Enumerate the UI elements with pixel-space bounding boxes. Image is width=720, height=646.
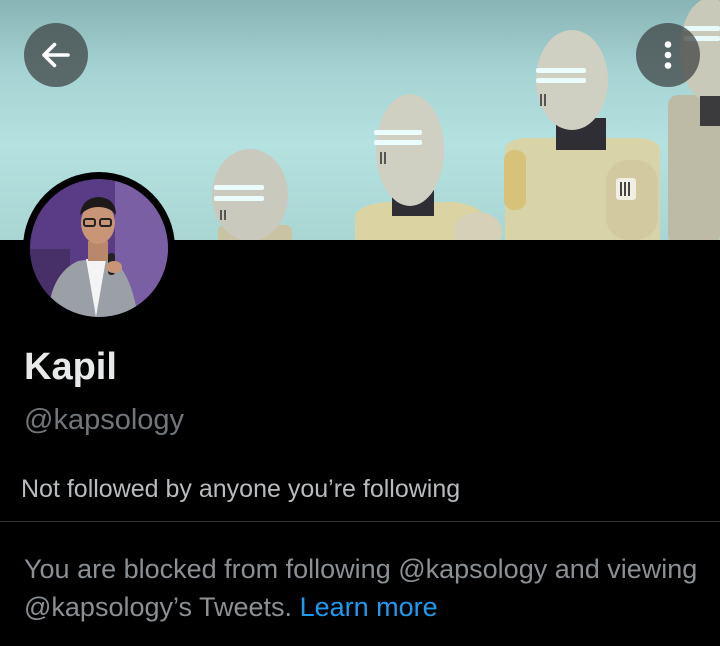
more-options-button[interactable] [636, 23, 700, 87]
avatar-image [30, 179, 168, 317]
robot-figure [212, 149, 292, 240]
followers-you-know-note[interactable]: Not followed by anyone you’re following [21, 475, 460, 504]
divider [0, 521, 720, 522]
profile-name: Kapil [24, 346, 117, 388]
arrow-left-icon [42, 42, 70, 68]
blocked-notice: You are blocked from following @kapsolog… [24, 550, 714, 626]
back-button[interactable] [24, 23, 88, 87]
robot-figure [355, 94, 502, 240]
avatar [30, 179, 168, 317]
profile-handle: @kapsology [24, 404, 185, 436]
more-vertical-icon [664, 41, 672, 69]
avatar-frame[interactable] [23, 172, 175, 324]
learn-more-link[interactable]: Learn more [300, 592, 438, 622]
